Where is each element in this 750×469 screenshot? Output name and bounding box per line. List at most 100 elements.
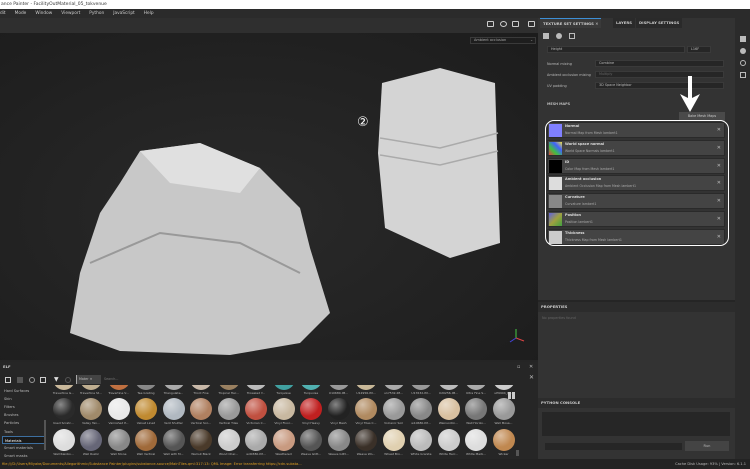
maximize-icon[interactable]: ▫ bbox=[517, 364, 520, 370]
shelf-search-input[interactable]: Search... bbox=[104, 375, 514, 384]
material-thumbnail[interactable]: White Marb... bbox=[463, 429, 490, 456]
environment-icon[interactable] bbox=[500, 21, 507, 27]
material-thumbnail[interactable]: Wall Mosa... bbox=[490, 398, 517, 425]
menu-item[interactable]: JavaScript bbox=[113, 9, 135, 18]
material-thumbnail[interactable]: U20256-IM... bbox=[435, 385, 462, 395]
shelf-category[interactable]: Brushes bbox=[2, 411, 45, 419]
material-thumbnail[interactable]: Valley Tan... bbox=[78, 398, 105, 425]
material-thumbnail[interactable]: U12956-IM... bbox=[353, 385, 380, 395]
material-thumbnail[interactable]: White Granite bbox=[408, 429, 435, 456]
menu-item[interactable]: Help bbox=[144, 9, 154, 18]
menu-item[interactable]: Mode bbox=[15, 9, 27, 18]
normal-mixing-select[interactable]: Combine bbox=[595, 60, 724, 67]
material-thumbnail[interactable]: Velvet Lined bbox=[133, 398, 160, 425]
preset-icon[interactable] bbox=[65, 377, 71, 383]
channel-format-select[interactable]: L16F bbox=[687, 46, 711, 53]
shelf-scrollbar[interactable] bbox=[516, 450, 519, 456]
tab-layers[interactable]: LAYERS bbox=[613, 18, 635, 28]
material-thumbnail[interactable]: Wall Horizo... bbox=[463, 398, 490, 425]
menu-item[interactable]: Viewport bbox=[61, 9, 80, 18]
material-thumbnail[interactable]: Weathered bbox=[270, 429, 297, 456]
tab-texture-set-settings[interactable]: TEXTURE SET SETTINGS ✕ bbox=[540, 18, 602, 28]
shelf-category[interactable]: Materials bbox=[2, 435, 45, 444]
menu-item[interactable]: Window bbox=[35, 9, 52, 18]
filter-tag[interactable]: Mater ✕ bbox=[76, 375, 101, 384]
material-thumbnail[interactable]: wd0380-IM... bbox=[243, 429, 270, 456]
material-thumbnail[interactable]: Travertine V... bbox=[105, 385, 132, 395]
menu-item[interactable]: Python bbox=[89, 9, 104, 18]
camera-frame-icon[interactable] bbox=[487, 21, 494, 27]
shelf-category[interactable]: Hard Surfaces bbox=[2, 387, 45, 395]
material-thumbnail[interactable]: Wall Vertical bbox=[133, 429, 160, 456]
material-thumbnail[interactable]: Tee Grating bbox=[133, 385, 160, 395]
screenshot-icon[interactable] bbox=[528, 21, 535, 27]
material-thumbnail[interactable]: U17632-IM... bbox=[408, 385, 435, 395]
viewport-display-dropdown[interactable]: Ambient occlusion ⌄ bbox=[470, 37, 536, 44]
material-thumbnail[interactable]: Varnished P... bbox=[105, 398, 132, 425]
texture-set-icon[interactable] bbox=[739, 36, 746, 42]
material-thumbnail[interactable]: w10680-IM... bbox=[408, 398, 435, 425]
material-thumbnail[interactable]: U10680-IM... bbox=[325, 385, 352, 395]
material-thumbnail[interactable]: Weave Glitt... bbox=[298, 429, 325, 456]
python-console-input[interactable] bbox=[545, 443, 682, 450]
settings-icon[interactable] bbox=[543, 33, 549, 39]
material-thumbnail[interactable]: White Herr... bbox=[435, 429, 462, 456]
new-folder-icon[interactable] bbox=[5, 377, 11, 383]
close-icon[interactable]: ✕ bbox=[529, 364, 533, 370]
tab-display-settings[interactable]: DISPLAY SETTINGS bbox=[636, 18, 683, 28]
import-icon[interactable] bbox=[40, 377, 46, 383]
mesh-icon[interactable] bbox=[556, 33, 562, 39]
material-thumbnail[interactable]: Vertical Tiles bbox=[215, 398, 242, 425]
material-thumbnail[interactable]: Tricot Fine bbox=[188, 385, 215, 395]
ao-mixing-select[interactable]: Multiply bbox=[595, 71, 724, 78]
hide-icon[interactable] bbox=[29, 377, 35, 383]
material-thumbnail[interactable]: Vinyl Floor... bbox=[270, 398, 297, 425]
material-thumbnail[interactable]: Wall Stone bbox=[105, 429, 132, 456]
material-thumbnail[interactable]: Used Scratc... bbox=[50, 398, 77, 425]
3d-viewport[interactable]: ② bbox=[0, 33, 538, 360]
material-thumbnail[interactable]: Wicker bbox=[490, 429, 517, 456]
material-thumbnail[interactable]: Travertine St... bbox=[78, 385, 105, 395]
run-button[interactable]: Run bbox=[685, 441, 729, 451]
export-icon[interactable] bbox=[739, 72, 746, 78]
menu-item[interactable]: dit bbox=[0, 9, 6, 18]
material-thumbnail[interactable]: Vertical Sco... bbox=[188, 398, 215, 425]
uv-icon[interactable] bbox=[569, 33, 575, 39]
shelf-category[interactable]: Smart materials bbox=[2, 444, 45, 452]
material-thumbnail[interactable]: Victorian C... bbox=[243, 398, 270, 425]
material-thumbnail[interactable]: Wall Rustic bbox=[78, 429, 105, 456]
material-thumbnail[interactable]: Wainscotin... bbox=[435, 398, 462, 425]
uv-padding-select[interactable]: 3D Space Neighbor bbox=[595, 82, 724, 89]
material-thumbnail[interactable]: Troweled Y... bbox=[243, 385, 270, 395]
grid-view-icon[interactable] bbox=[508, 392, 515, 399]
clear-search-icon[interactable]: ✕ bbox=[529, 374, 534, 381]
shelf-category[interactable]: Tools bbox=[2, 428, 45, 436]
material-thumbnail[interactable]: Vinyl Heavy bbox=[298, 398, 325, 425]
shelf-category[interactable]: Particles bbox=[2, 419, 45, 427]
material-thumbnail[interactable]: u17532-IM... bbox=[380, 385, 407, 395]
material-thumbnail[interactable]: Vinyl Mesh bbox=[325, 398, 352, 425]
material-thumbnail[interactable]: Weave Wo... bbox=[353, 429, 380, 456]
material-thumbnail[interactable]: Volcanic Soil bbox=[380, 398, 407, 425]
material-thumbnail[interactable]: Wall with M... bbox=[160, 429, 187, 456]
camera-icon[interactable] bbox=[512, 21, 519, 27]
material-thumbnail[interactable]: Vent Shutter bbox=[160, 398, 187, 425]
material-thumbnail[interactable]: Turquoise bbox=[298, 385, 325, 395]
shelf-category[interactable]: Filters bbox=[2, 403, 45, 411]
history-icon[interactable] bbox=[739, 60, 746, 66]
save-icon[interactable] bbox=[17, 377, 23, 383]
shelf-category[interactable]: Skin bbox=[2, 395, 45, 403]
material-thumbnail[interactable]: Wood Cher... bbox=[215, 429, 242, 456]
shader-icon[interactable] bbox=[739, 48, 746, 54]
material-thumbnail[interactable]: Weave Glitt... bbox=[325, 429, 352, 456]
material-thumbnail[interactable]: Turquoise bbox=[270, 385, 297, 395]
material-thumbnail[interactable]: Vinyl Tiles C... bbox=[353, 398, 380, 425]
material-thumbnail[interactable]: Travertine G... bbox=[50, 385, 77, 395]
material-thumbnail[interactable]: Ultra Fine S... bbox=[463, 385, 490, 395]
material-thumbnail[interactable]: Triangulate... bbox=[160, 385, 187, 395]
material-thumbnail[interactable]: Tropical Har... bbox=[215, 385, 242, 395]
material-thumbnail[interactable]: Wall Rainbo... bbox=[50, 429, 77, 456]
material-thumbnail[interactable]: Wheat Bro... bbox=[380, 429, 407, 456]
channel-name-input[interactable]: Height bbox=[547, 46, 685, 53]
filter-icon[interactable]: ▼ bbox=[54, 376, 59, 383]
